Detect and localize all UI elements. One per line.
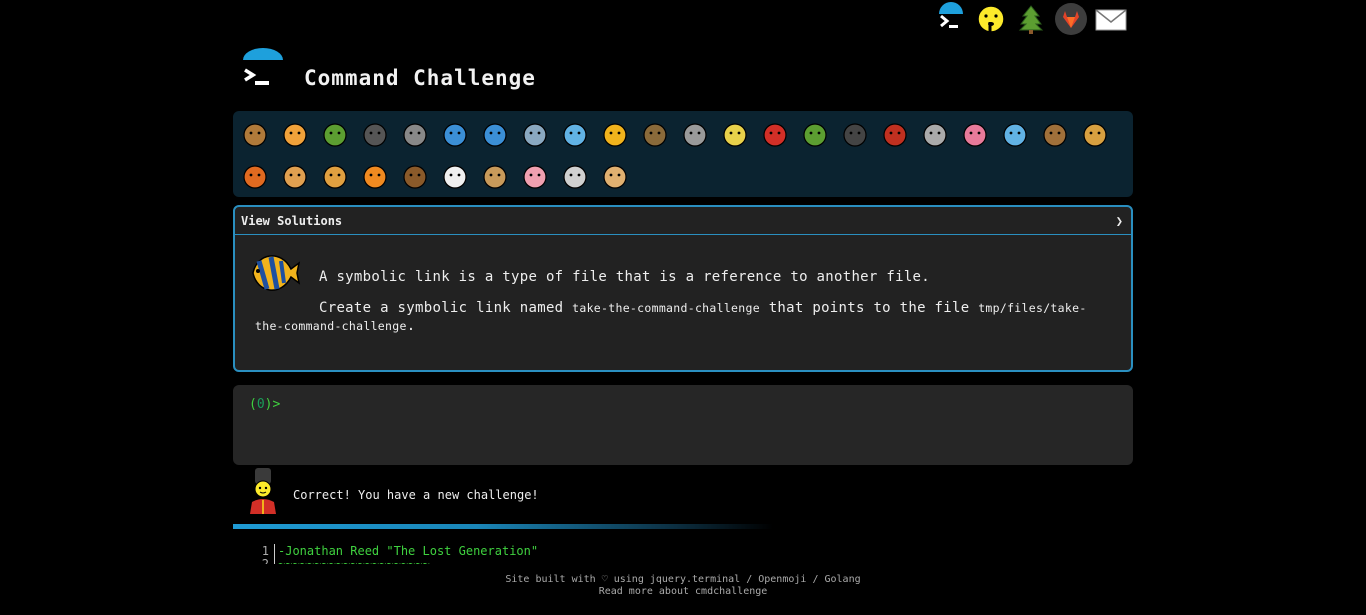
challenge-mosquito-icon[interactable] [915, 113, 955, 155]
challenge-wolf-icon[interactable] [675, 113, 715, 155]
challenge-dolphin-icon[interactable] [475, 113, 515, 155]
feedback-message: Correct! You have a new challenge! [293, 488, 539, 502]
guard-icon [246, 466, 280, 516]
challenge-ant-icon[interactable] [355, 113, 395, 155]
prompt-open: ( [249, 397, 257, 412]
terminal-icon[interactable] [934, 2, 968, 36]
challenge-whale-icon[interactable] [435, 113, 475, 155]
challenge-lion-icon[interactable] [315, 155, 355, 197]
challenge-pig-icon[interactable] [515, 155, 555, 197]
link-name: take-the-command-challenge [572, 301, 760, 315]
shush-face-icon[interactable] [974, 2, 1008, 36]
challenge-microbe-icon[interactable] [995, 113, 1035, 155]
challenge-monkey-icon[interactable] [1035, 113, 1075, 155]
golang-link[interactable]: Golang [824, 574, 860, 585]
envelope-icon[interactable] [1094, 2, 1128, 36]
footer-separator: / [740, 574, 759, 585]
challenge-scorpion-icon[interactable] [875, 113, 915, 155]
openmoji-link[interactable]: Openmoji [758, 574, 806, 585]
challenge-fish-icon[interactable] [555, 113, 595, 155]
challenge-spider-web-icon[interactable] [395, 113, 435, 155]
gitlab-icon[interactable] [1054, 2, 1088, 36]
jquery-terminal-link[interactable]: jquery.terminal [650, 574, 740, 585]
terminal-prompt: (0)> [249, 397, 280, 412]
challenge-caterpillar-icon[interactable] [315, 113, 355, 155]
read-more-link[interactable]: Read more about cmdchallenge [599, 586, 768, 597]
tropical-fish-icon [247, 249, 301, 297]
challenge-horse-icon[interactable] [395, 155, 435, 197]
line-number: 1 [255, 544, 275, 558]
progress-bar [233, 524, 773, 529]
challenge-list [233, 111, 1133, 197]
solutions-title: View Solutions [241, 213, 343, 228]
solutions-toggle[interactable]: View Solutions ❯ [235, 207, 1131, 235]
logo-icon[interactable] [240, 48, 286, 94]
task-suffix: . [406, 318, 416, 334]
chevron-right-icon: ❯ [1115, 213, 1123, 228]
footer-text: Site built with ♡ using [505, 574, 650, 585]
line-number: 2 [255, 557, 275, 564]
challenge-bee-icon[interactable] [715, 113, 755, 155]
footer: Site built with ♡ using jquery.terminal … [0, 574, 1366, 598]
challenge-leaf-insect-icon[interactable] [795, 113, 835, 155]
top-nav [934, 2, 1128, 36]
challenge-spider-icon[interactable] [835, 113, 875, 155]
challenge-description: A symbolic link is a type of file that i… [319, 269, 931, 285]
quote-line: 2 ~~~~~~~~~~~~~~~~~~~~~ [255, 557, 675, 564]
task-middle: that points to the file [759, 300, 979, 316]
footer-separator: / [806, 574, 825, 585]
line-text: -Jonathan Reed "The Lost Generation" [278, 544, 539, 558]
challenge-butterfly-icon[interactable] [275, 113, 315, 155]
solutions-panel: View Solutions ❯ A symbolic link is a ty… [233, 205, 1133, 372]
challenge-ox-icon[interactable] [475, 155, 515, 197]
prompt-number: 0 [256, 397, 265, 412]
challenge-cat-icon[interactable] [275, 155, 315, 197]
challenge-tiger-icon[interactable] [355, 155, 395, 197]
prompt-close: )> [264, 397, 281, 412]
challenge-hamster-icon[interactable] [595, 155, 635, 197]
challenge-worm-icon[interactable] [955, 113, 995, 155]
challenge-tropical-fish-icon[interactable] [595, 113, 635, 155]
challenge-fox-icon[interactable] [235, 155, 275, 197]
challenge-unicorn-icon[interactable] [435, 155, 475, 197]
challenge-body: A symbolic link is a type of file that i… [235, 235, 1131, 349]
challenge-dolphin-2-icon[interactable] [515, 113, 555, 155]
challenge-dog-icon[interactable] [1075, 113, 1115, 155]
line-text: ~~~~~~~~~~~~~~~~~~~~~ [278, 557, 430, 564]
challenge-blowfish-icon[interactable] [635, 113, 675, 155]
challenge-task: Create a symbolic link named take-the-co… [255, 299, 1111, 335]
challenge-lady-beetle-icon[interactable] [755, 113, 795, 155]
challenge-snail-icon[interactable] [235, 113, 275, 155]
header: Command Challenge [240, 48, 536, 94]
challenge-mouse-icon[interactable] [555, 155, 595, 197]
task-prefix: Create a symbolic link named [319, 300, 573, 316]
terminal[interactable]: (0)> [233, 385, 1133, 465]
quote-block: 1 -Jonathan Reed "The Lost Generation" 2 ~~… [255, 544, 675, 564]
quote-line: 1 -Jonathan Reed "The Lost Generation" [255, 544, 675, 558]
evergreen-tree-icon[interactable] [1014, 2, 1048, 36]
page-title: Command Challenge [304, 66, 536, 90]
